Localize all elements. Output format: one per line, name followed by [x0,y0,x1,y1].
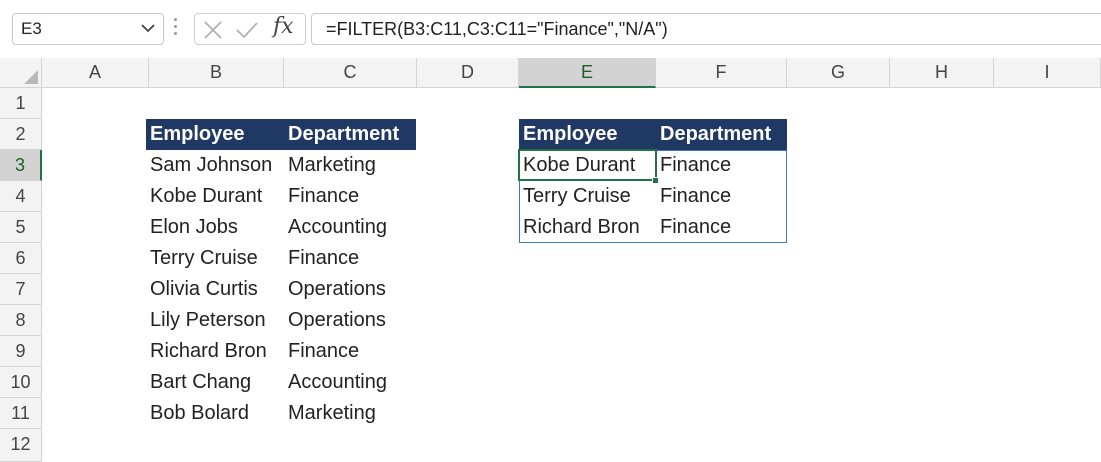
row-header-11[interactable]: 11 [0,398,42,429]
check-icon[interactable] [235,20,259,40]
table-cell[interactable]: Olivia Curtis [146,274,284,305]
formula-input[interactable]: =FILTER(B3:C11,C3:C11="Finance","N/A") [311,13,1101,45]
column-header-c[interactable]: C [284,58,417,88]
column-header-i[interactable]: I [994,58,1101,88]
row-header-3[interactable]: 3 [0,150,42,181]
table-cell[interactable]: Accounting [284,367,416,398]
table-cell[interactable]: Accounting [284,212,416,243]
name-box[interactable]: E3 [12,13,164,45]
row-header-5[interactable]: 5 [0,212,42,243]
table-cell[interactable]: Bob Bolard [146,398,284,429]
column-header-b[interactable]: B [149,58,284,88]
column-header-e[interactable]: E [519,58,656,88]
row-header-12[interactable]: 12 [0,429,42,462]
formula-text: =FILTER(B3:C11,C3:C11="Finance","N/A") [326,19,668,39]
row-header-8[interactable]: 8 [0,305,42,336]
active-cell-selection[interactable] [518,149,657,181]
row-header-6[interactable]: 6 [0,243,42,274]
row-header-4[interactable]: 4 [0,181,42,212]
select-all-button[interactable] [0,58,42,88]
row-header-10[interactable]: 10 [0,367,42,398]
table-cell[interactable]: Sam Johnson [146,150,284,181]
chevron-down-icon[interactable] [141,23,155,33]
table-cell[interactable]: Finance [284,243,416,274]
column-header-g[interactable]: G [787,58,890,88]
table-cell[interactable]: Lily Peterson [146,305,284,336]
row-header-9[interactable]: 9 [0,336,42,367]
result-cell[interactable]: Finance [656,181,787,212]
result-header-department[interactable]: Department [656,119,787,150]
formula-bar-area: E3 fx =FILTER(B3:C11,C3:C11="Finance","N… [0,0,1101,60]
source-header-department[interactable]: Department [284,119,416,150]
formula-controls: fx [194,13,306,45]
table-cell[interactable]: Finance [284,336,416,367]
result-cell[interactable]: Finance [656,150,787,181]
table-cell[interactable]: Bart Chang [146,367,284,398]
x-icon[interactable] [203,20,223,40]
table-cell[interactable]: Kobe Durant [146,181,284,212]
result-cell[interactable]: Terry Cruise [519,181,656,212]
table-cell[interactable]: Elon Jobs [146,212,284,243]
column-header-d[interactable]: D [417,58,519,88]
row-header-2[interactable]: 2 [0,119,42,150]
fill-handle[interactable] [652,177,659,184]
result-cell[interactable]: Richard Bron [519,212,656,243]
table-cell[interactable]: Operations [284,274,416,305]
table-cell[interactable]: Marketing [284,150,416,181]
column-header-f[interactable]: F [656,58,787,88]
result-header-employee[interactable]: Employee [519,119,656,150]
name-box-value: E3 [21,19,42,38]
column-header-h[interactable]: H [890,58,994,88]
row-header-7[interactable]: 7 [0,274,42,305]
result-cell[interactable]: Finance [656,212,787,243]
source-header-employee[interactable]: Employee [146,119,284,150]
table-cell[interactable]: Finance [284,181,416,212]
more-options-icon[interactable] [173,18,179,42]
table-cell[interactable]: Marketing [284,398,416,429]
column-header-a[interactable]: A [42,58,149,88]
table-cell[interactable]: Terry Cruise [146,243,284,274]
row-header-1[interactable]: 1 [0,88,42,119]
table-cell[interactable]: Richard Bron [146,336,284,367]
table-cell[interactable]: Operations [284,305,416,336]
insert-function-button[interactable]: fx [273,14,294,39]
